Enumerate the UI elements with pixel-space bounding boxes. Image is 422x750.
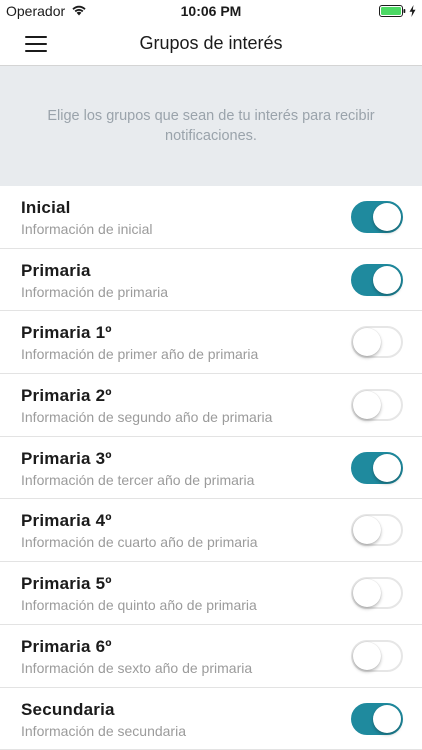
group-subtitle: Información de sexto año de primaria bbox=[21, 659, 253, 676]
group-subtitle: Información de cuarto año de primaria bbox=[21, 534, 258, 551]
group-toggle-switch[interactable] bbox=[351, 639, 403, 672]
group-row: Primaria 6º Información de sexto año de p… bbox=[0, 624, 422, 688]
toggle-knob bbox=[353, 579, 381, 608]
group-subtitle: Información de tercer año de primaria bbox=[21, 471, 255, 488]
group-toggle-switch[interactable] bbox=[351, 201, 403, 233]
group-title: Primaria 1º bbox=[21, 323, 112, 343]
group-toggle-switch[interactable] bbox=[351, 263, 403, 296]
group-subtitle: Información de primaria bbox=[21, 283, 169, 300]
group-toggle-switch[interactable] bbox=[351, 514, 403, 547]
interest-groups-list: Inicial Información de inicial Primaria Inf… bbox=[0, 186, 422, 750]
group-row: Primaria 1º Información de primer año de … bbox=[0, 311, 422, 375]
group-row: Primaria 4º Información de cuarto año de … bbox=[0, 499, 422, 563]
group-row: Primaria 5º Información de quinto año de … bbox=[0, 562, 422, 625]
group-title: Secundaria bbox=[21, 699, 115, 719]
group-subtitle: Información de primer año de primaria bbox=[21, 346, 259, 363]
group-row: Primaria 2º Información de segundo año de… bbox=[0, 374, 422, 437]
group-toggle-switch[interactable] bbox=[351, 577, 403, 610]
group-title: Inicial bbox=[21, 198, 71, 217]
group-row: Primaria Información de primaria bbox=[0, 248, 422, 312]
group-title: Primaria 6º bbox=[21, 636, 112, 656]
group-subtitle: Información de segundo año de primaria bbox=[21, 409, 273, 426]
toggle-knob bbox=[353, 641, 381, 670]
intro-text: Elige los grupos que sean de tu interés … bbox=[47, 108, 375, 144]
group-row: Inicial Información de inicial bbox=[0, 186, 422, 249]
group-toggle-switch[interactable] bbox=[351, 702, 403, 735]
toggle-knob bbox=[373, 203, 401, 231]
charging-bolt-icon bbox=[409, 4, 416, 20]
group-row: Primaria 3º Información de tercer año de … bbox=[0, 436, 422, 500]
group-subtitle: Información de secundaria bbox=[21, 722, 186, 739]
navigation-bar: Grupos de interés bbox=[0, 22, 422, 66]
intro-banner: Elige los grupos que sean de tu interés … bbox=[0, 66, 422, 186]
toggle-knob bbox=[353, 328, 381, 357]
group-title: Primaria 3º bbox=[21, 448, 112, 468]
group-title: Primaria 5º bbox=[21, 574, 112, 594]
battery-icon bbox=[379, 4, 406, 20]
toggle-knob bbox=[373, 704, 401, 733]
group-subtitle: Información de quinto año de primaria bbox=[21, 597, 257, 614]
toggle-knob bbox=[373, 453, 401, 482]
group-subtitle: Información de inicial bbox=[21, 221, 153, 237]
toggle-knob bbox=[373, 265, 401, 294]
group-title: Primaria 2º bbox=[21, 386, 112, 406]
group-toggle-switch[interactable] bbox=[351, 326, 403, 359]
group-row: Secundaria Información de secundaria bbox=[0, 687, 422, 750]
group-toggle-switch[interactable] bbox=[351, 389, 403, 422]
group-title: Primaria bbox=[21, 260, 91, 280]
toggle-knob bbox=[353, 391, 381, 420]
page-title: Grupos de interés bbox=[139, 33, 283, 53]
group-title: Primaria 4º bbox=[21, 511, 112, 531]
status-right bbox=[379, 4, 416, 20]
status-time: 10:06 PM bbox=[180, 3, 242, 19]
group-toggle-switch[interactable] bbox=[351, 451, 403, 484]
status-bar: Operador 10:06 PM bbox=[0, 0, 422, 22]
toggle-knob bbox=[353, 516, 381, 545]
